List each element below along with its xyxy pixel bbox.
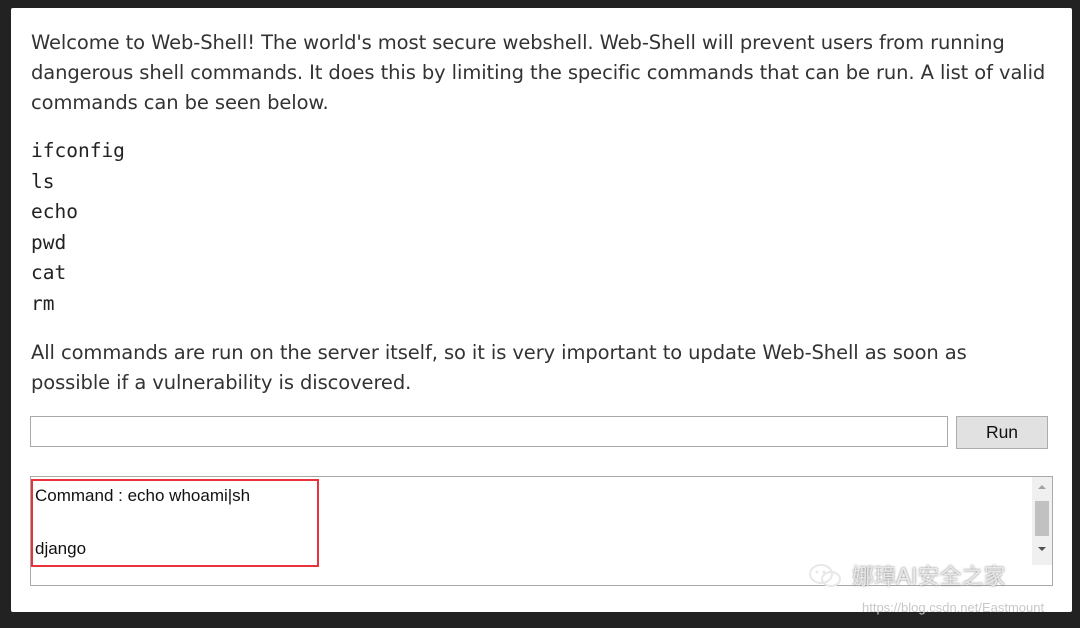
valid-commands-list: ifconfig ls echo pwd cat rm	[31, 136, 125, 319]
wechat-logo-icon	[808, 563, 842, 587]
security-note: All commands are run on the server itsel…	[31, 341, 967, 394]
command-item: ifconfig	[31, 139, 125, 162]
command-item: rm	[31, 291, 55, 315]
highlight-box	[31, 479, 319, 567]
watermark-url: https://blog.csdn.net/Eastmount	[862, 600, 1045, 615]
command-item: echo	[31, 200, 78, 223]
command-input[interactable]	[30, 416, 948, 447]
scroll-up-arrow-icon[interactable]	[1032, 478, 1052, 496]
page-panel: Welcome to Web-Shell! The world's most s…	[11, 8, 1072, 612]
watermark-title: 娜璋AI安全之家	[852, 565, 1006, 590]
intro-text: Welcome to Web-Shell! The world's most s…	[31, 31, 1046, 114]
command-item: cat	[31, 261, 67, 284]
command-item: ls	[31, 169, 55, 193]
scroll-down-arrow-icon[interactable]	[1032, 540, 1052, 558]
scrollbar-thumb[interactable]	[1035, 501, 1049, 536]
watermark: 娜璋AI安全之家	[808, 559, 1006, 591]
run-button[interactable]: Run	[956, 416, 1048, 449]
output-scrollbar[interactable]	[1032, 477, 1052, 565]
command-item: pwd	[31, 230, 67, 254]
